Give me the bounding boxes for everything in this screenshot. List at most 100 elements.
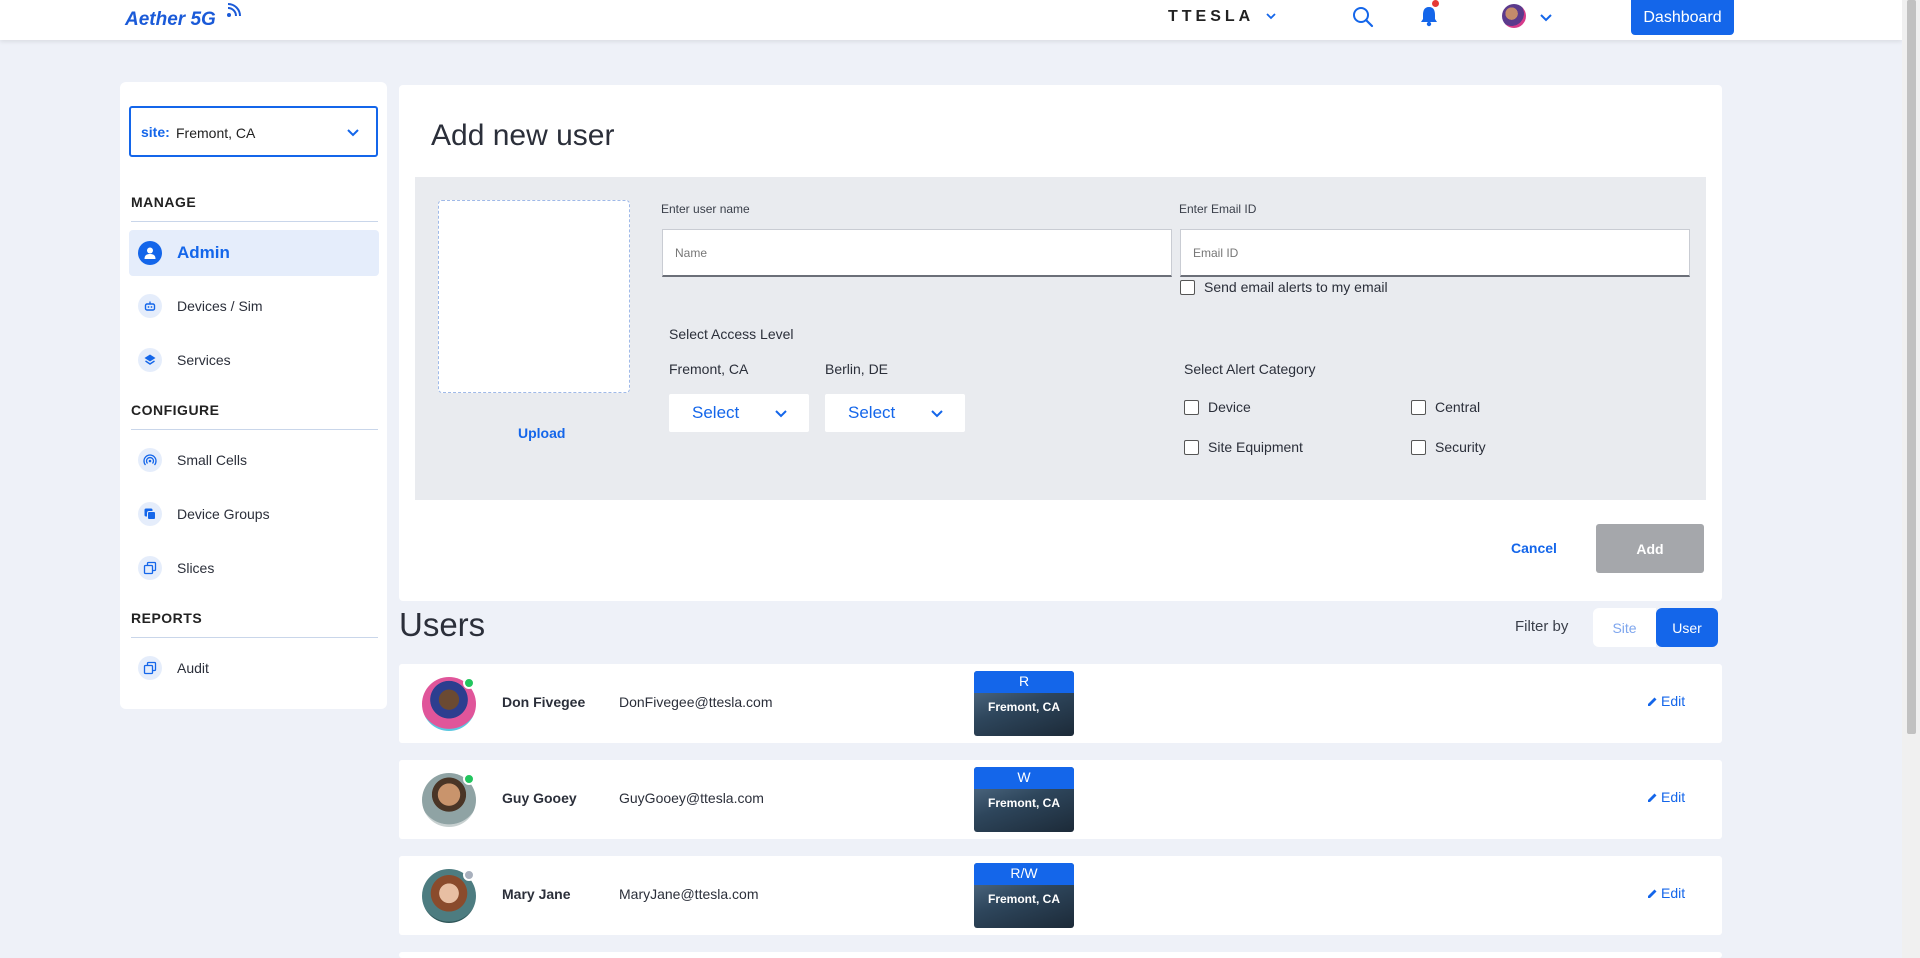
org-brand[interactable]: TTESLA <box>1168 8 1254 26</box>
cancel-button[interactable]: Cancel <box>1511 540 1557 556</box>
chevron-down-icon[interactable] <box>1265 10 1277 22</box>
access-level: R/W <box>974 863 1074 885</box>
filter-user-toggle[interactable]: User <box>1656 608 1718 647</box>
bell-icon[interactable] <box>1419 5 1439 27</box>
sidebar-item-admin[interactable]: Admin <box>129 230 379 276</box>
edit-user-link[interactable]: Edit <box>1647 789 1685 805</box>
access-level: W <box>974 767 1074 789</box>
layers-icon <box>138 348 162 372</box>
user-email: GuyGooey@ttesla.com <box>619 790 764 806</box>
select-value: Select <box>692 403 740 422</box>
email-label: Enter Email ID <box>1179 202 1257 216</box>
alert-security-label: Security <box>1435 439 1486 455</box>
email-input[interactable] <box>1180 229 1690 277</box>
alert-device-checkbox[interactable] <box>1184 400 1199 415</box>
top-bar: Aether 5G TTESLA Dashboard <box>0 0 1902 40</box>
user-email: MaryJane@ttesla.com <box>619 886 759 902</box>
section-title-configure: CONFIGURE <box>131 402 220 418</box>
access-select-berlin[interactable]: Select <box>825 394 965 432</box>
username-input[interactable] <box>662 229 1172 277</box>
sidebar-item-label: Services <box>177 352 231 368</box>
divider <box>131 429 378 430</box>
alert-security-checkbox[interactable] <box>1411 440 1426 455</box>
section-title-manage: MANAGE <box>131 194 197 210</box>
access-site: Fremont, CA <box>988 892 1060 906</box>
dashboard-button[interactable]: Dashboard <box>1631 0 1734 35</box>
app-logo[interactable]: Aether 5G <box>125 9 216 31</box>
edit-user-link[interactable]: Edit <box>1647 885 1685 901</box>
access-select-fremont[interactable]: Select <box>669 394 809 432</box>
select-value: Select <box>848 403 896 422</box>
sidebar-item-device-groups[interactable]: Device Groups <box>129 491 379 537</box>
add-button[interactable]: Add <box>1596 524 1704 573</box>
access-site: Fremont, CA <box>988 796 1060 810</box>
site-label-fremont: Fremont, CA <box>669 361 749 377</box>
sidebar-item-slices[interactable]: Slices <box>129 545 379 591</box>
chevron-down-icon <box>347 129 359 137</box>
user-row: Don Fivegee DonFivegee@ttesla.com R Frem… <box>399 664 1722 743</box>
robot-icon <box>138 294 162 318</box>
sidebar-item-small-cells[interactable]: Small Cells <box>129 437 379 483</box>
user-name: Guy Gooey <box>502 790 577 806</box>
alert-central-label: Central <box>1435 399 1481 415</box>
search-icon[interactable] <box>1352 6 1374 28</box>
add-user-card: Add new user Upload Enter user name Ente… <box>399 85 1722 601</box>
sidebar-item-label: Devices / Sim <box>177 298 263 314</box>
device-groups-icon <box>138 502 162 526</box>
sidebar-item-label: Device Groups <box>177 506 270 522</box>
chevron-down-icon <box>931 410 943 418</box>
chevron-down-icon[interactable] <box>1539 10 1553 24</box>
filter-by-label: Filter by <box>1515 618 1569 635</box>
user-icon <box>138 241 162 265</box>
alert-device-label: Device <box>1208 399 1251 415</box>
signal-icon <box>138 448 162 472</box>
user-row: Guy Gooey GuyGooey@ttesla.com W Fremont,… <box>399 760 1722 839</box>
edit-label: Edit <box>1661 693 1686 709</box>
page-title: Add new user <box>431 119 615 152</box>
user-row <box>399 952 1722 958</box>
edit-user-link[interactable]: Edit <box>1647 693 1685 709</box>
page-scrollbar[interactable] <box>1902 0 1920 958</box>
sidebar-item-devices-sim[interactable]: Devices / Sim <box>129 283 379 329</box>
pencil-icon <box>1648 793 1657 802</box>
alert-site-equipment-checkbox[interactable] <box>1184 440 1199 455</box>
site-selector-value: Fremont, CA <box>176 125 256 141</box>
section-title-reports: REPORTS <box>131 610 203 626</box>
users-title: Users <box>399 606 486 643</box>
divider <box>131 637 378 638</box>
access-badge: R/W Fremont, CA <box>974 863 1074 928</box>
site-selector[interactable]: site: Fremont, CA <box>129 106 378 157</box>
avatar[interactable] <box>1502 4 1526 28</box>
divider <box>131 221 378 222</box>
photo-upload-dropzone[interactable] <box>438 200 630 393</box>
user-row: Mary Jane MaryJane@ttesla.com R/W Fremon… <box>399 856 1722 935</box>
scrollbar-thumb[interactable] <box>1907 0 1916 734</box>
status-dot <box>463 773 475 785</box>
sidebar-item-label: Small Cells <box>177 452 248 468</box>
alert-site-equipment-label: Site Equipment <box>1208 439 1303 455</box>
user-email: DonFivegee@ttesla.com <box>619 694 773 710</box>
alert-category-label: Select Alert Category <box>1184 361 1316 377</box>
edit-label: Edit <box>1661 789 1686 805</box>
username-label: Enter user name <box>661 202 750 216</box>
sidebar-item-services[interactable]: Services <box>129 337 379 383</box>
user-name: Mary Jane <box>502 886 571 902</box>
sidebar-item-label: Admin <box>177 243 230 262</box>
email-alerts-checkbox[interactable] <box>1180 280 1195 295</box>
access-level: R <box>974 671 1074 693</box>
filter-site-toggle[interactable]: Site <box>1593 608 1656 647</box>
sidebar: site: Fremont, CA MANAGE Admin Devices /… <box>120 82 387 709</box>
add-user-form: Upload Enter user name Enter Email ID Se… <box>415 177 1706 500</box>
sidebar-item-audit[interactable]: Audit <box>129 645 379 691</box>
alert-central-checkbox[interactable] <box>1411 400 1426 415</box>
upload-link[interactable]: Upload <box>518 425 565 441</box>
access-site: Fremont, CA <box>988 700 1060 714</box>
sidebar-item-label: Slices <box>177 560 215 576</box>
user-name: Don Fivegee <box>502 694 586 710</box>
site-label-berlin: Berlin, DE <box>825 361 889 377</box>
wifi-icon <box>227 3 241 17</box>
sidebar-item-label: Audit <box>177 660 209 676</box>
audit-icon <box>138 656 162 680</box>
edit-label: Edit <box>1661 885 1686 901</box>
email-alerts-label: Send email alerts to my email <box>1204 279 1388 295</box>
